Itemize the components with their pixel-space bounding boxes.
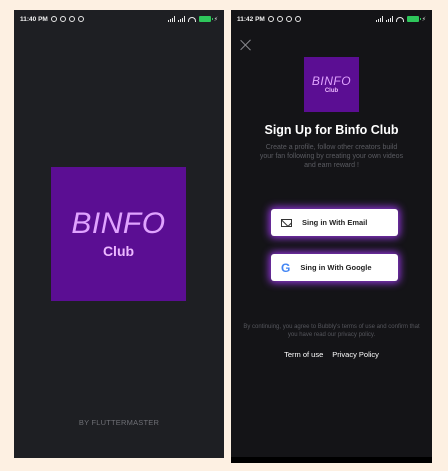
app-logo: BINFO Club — [304, 57, 359, 112]
status-bar: 11:40 PM ⚡ — [14, 10, 224, 28]
signal-icon — [385, 16, 393, 22]
sign-in-google-button[interactable]: G Sing in With Google — [271, 254, 398, 281]
logo-title: BINFO — [71, 207, 166, 240]
notification-icon — [77, 16, 84, 22]
wifi-icon — [187, 16, 196, 22]
gear-icon — [50, 16, 57, 22]
alarm-icon — [276, 16, 283, 22]
signal-icon — [375, 16, 383, 22]
mail-icon — [281, 218, 292, 227]
sign-in-google-label: Sing in With Google — [300, 263, 372, 272]
signup-description: Create a profile, follow other creators … — [259, 144, 404, 169]
status-time: 11:40 PM — [20, 15, 48, 23]
logo-title: BINFO — [311, 74, 352, 88]
splash-screen: 11:40 PM ⚡ BINFO Club BY FLUTTERMASTER — [14, 10, 224, 458]
status-time: 11:42 PM — [237, 15, 265, 23]
notification-icon — [68, 16, 75, 22]
signup-screen: 11:42 PM ⚡ BINFO Club Sign Up for Binfo … — [231, 10, 432, 463]
charging-icon: ⚡ — [213, 16, 218, 23]
signal-icon — [177, 16, 185, 22]
navigation-bar — [231, 457, 432, 463]
sign-in-email-label: Sing in With Email — [302, 218, 368, 227]
charging-icon: ⚡ — [421, 16, 426, 23]
logo-subtitle: Club — [102, 243, 135, 259]
sign-in-email-button[interactable]: Sing in With Email — [271, 209, 398, 236]
notification-icon — [294, 16, 301, 22]
page-title: Sign Up for Binfo Club — [264, 123, 399, 137]
signal-icon — [167, 16, 175, 22]
battery-icon — [198, 16, 213, 22]
logo-subtitle: Club — [324, 88, 339, 94]
gear-icon — [267, 16, 274, 22]
legal-notice: By continuing, you agree to Bubbly's ter… — [243, 324, 420, 338]
google-icon: G — [281, 260, 291, 275]
battery-icon — [406, 16, 421, 22]
credit-text: BY FLUTTERMASTER — [78, 418, 160, 427]
wifi-icon — [395, 16, 404, 22]
status-bar: 11:42 PM ⚡ — [231, 10, 432, 28]
terms-of-use-link[interactable]: Term of use — [284, 350, 323, 359]
notification-icon — [285, 16, 292, 22]
alarm-icon — [59, 16, 66, 22]
app-logo: BINFO Club — [51, 167, 186, 301]
close-icon[interactable] — [240, 39, 252, 51]
footer-links: Term of use Privacy Policy — [231, 350, 432, 359]
privacy-policy-link[interactable]: Privacy Policy — [332, 350, 379, 359]
